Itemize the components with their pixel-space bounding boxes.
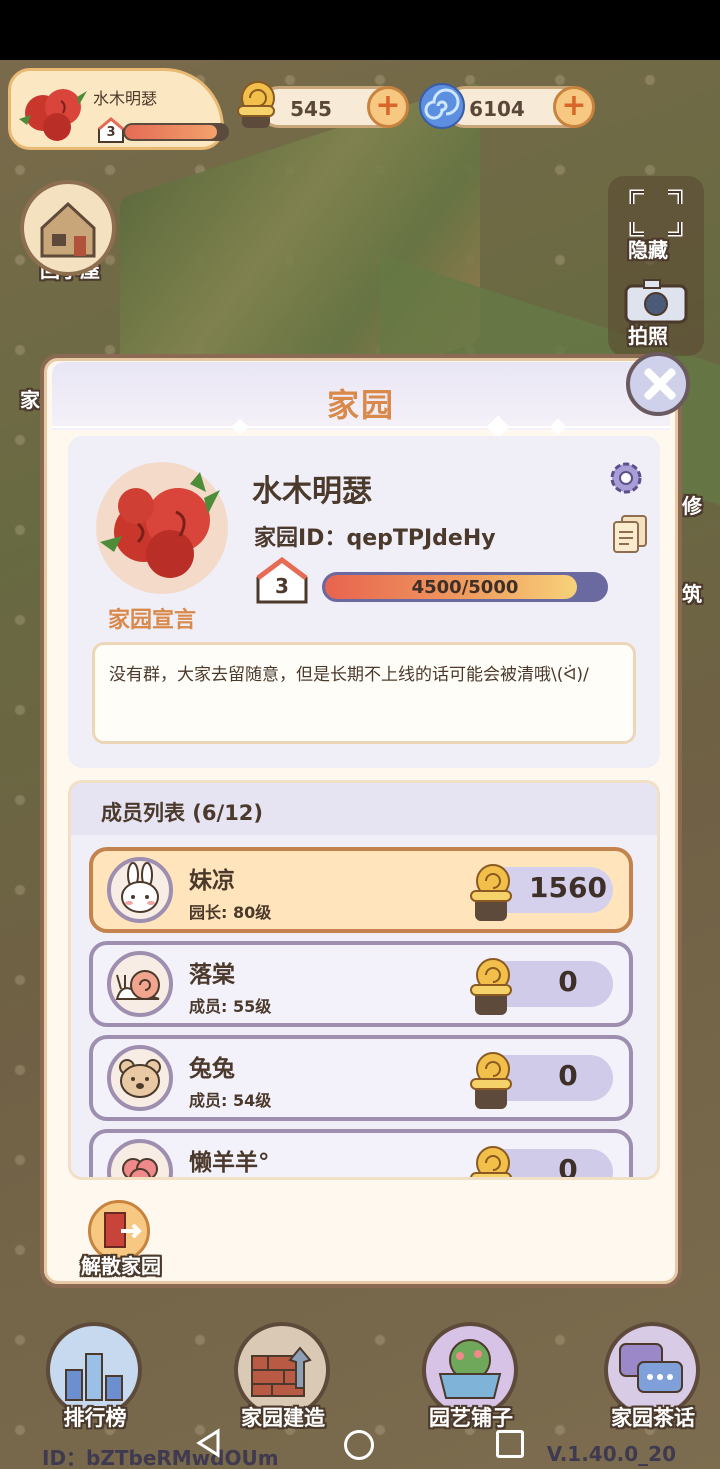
garden-info-card: 水木明瑟 家园ID：qepTPJdeHy 3 4500/5000 家园宣言 没有…: [68, 436, 660, 768]
nav-garden-shop[interactable]: 园艺铺子: [416, 1322, 526, 1432]
garden-id: 家园ID：qepTPJdeHy: [254, 526, 496, 551]
golden-snail-icon: [237, 81, 275, 128]
gift-button-label: 家: [20, 388, 40, 412]
player-level-badge: 3: [97, 117, 125, 143]
rose-avatar-icon: [100, 472, 220, 578]
spiral-gem-counter: 6104 +: [444, 86, 595, 128]
bear-avatar: [107, 1045, 173, 1111]
nav-leaderboard[interactable]: 排行榜: [40, 1322, 150, 1432]
disband-garden-label: 解散家园: [81, 1254, 161, 1278]
system-nav-bar: ID：bZTbeRMwdOUm V.1.40.0_20: [0, 1428, 720, 1469]
garden-exp-text: 4500/5000: [411, 577, 519, 598]
status-bar: [0, 0, 720, 60]
edge-button-repair[interactable]: 修: [682, 490, 702, 519]
rose-avatar-icon: [19, 89, 87, 141]
camera-icon: [624, 279, 688, 324]
manifesto-label: 家园宣言: [108, 608, 197, 633]
dialog-title: 家园: [326, 386, 395, 424]
house-icon: [20, 180, 116, 276]
player-profile-chip[interactable]: 水木明瑟 3: [8, 68, 229, 150]
recent-apps-icon[interactable]: [496, 1430, 524, 1458]
player-name: 水木明瑟: [93, 89, 158, 108]
flower-avatar: [107, 1139, 173, 1177]
snail-avatar: [107, 951, 173, 1017]
gear-icon[interactable]: [606, 458, 646, 498]
user-id-text: ID：bZTbeRMwdOUm: [42, 1446, 279, 1469]
member-row[interactable]: 懒羊羊° 0: [89, 1129, 633, 1177]
dialog-header: 家园: [52, 362, 670, 430]
nav-garden-chat[interactable]: 家园茶话: [598, 1322, 708, 1432]
player-exp-bar: [123, 123, 229, 141]
member-list[interactable]: 妹凉 园长: 80级 1560 落棠 成员: 55级 0 兔兔 成员: 54级 …: [71, 847, 657, 1177]
golden-snail-icon: [470, 958, 512, 1015]
version-text: V.1.40.0_20: [546, 1442, 676, 1466]
garden-name: 水木明瑟: [252, 474, 372, 509]
blue-spiral-icon: [419, 83, 465, 129]
garden-avatar: [96, 462, 228, 594]
garden-info-dialog: 家园 水木明瑟 家园ID：qepTPJdeHy 3 4500/5000 家园宣言…: [40, 352, 690, 1288]
member-role: 园长: 80级: [189, 903, 272, 922]
garden-level-number: 3: [275, 574, 289, 598]
member-list-header: 成员列表 (6/12): [71, 783, 657, 835]
member-list-title: 成员列表 (6/12): [101, 801, 264, 825]
home-circle-icon[interactable]: [344, 1430, 374, 1460]
photo-button[interactable]: 拍照: [628, 320, 668, 349]
manifesto-text: 没有群，大家去留随意，但是长期不上线的话可能会被清哦\(ᐛ)/: [92, 642, 636, 744]
golden-snail-icon: [470, 1146, 512, 1177]
member-name: 妹凉: [189, 868, 235, 894]
member-name: 懒羊羊°: [189, 1150, 270, 1176]
garden-exp-bar: 4500/5000: [322, 572, 608, 602]
back-triangle-icon[interactable]: [194, 1428, 224, 1458]
camera-tools-panel: 隐藏 拍照: [608, 176, 704, 356]
golden-snail-icon: [470, 864, 512, 921]
rabbit-avatar: [107, 857, 173, 923]
member-row[interactable]: 妹凉 园长: 80级 1560: [89, 847, 633, 933]
member-contribution: 0: [558, 965, 578, 998]
disband-garden-button[interactable]: 解散家园: [66, 1200, 176, 1284]
member-contribution: 0: [558, 1153, 578, 1177]
member-row[interactable]: 落棠 成员: 55级 0: [89, 941, 633, 1027]
member-contribution: 1560: [529, 871, 607, 904]
close-button[interactable]: [626, 352, 690, 416]
nav-garden-build[interactable]: 家园建造: [228, 1322, 338, 1432]
home-button[interactable]: 回小屋: [20, 180, 120, 283]
add-snail-coins-button[interactable]: +: [367, 86, 409, 128]
player-level-number: 3: [106, 125, 116, 140]
copy-icon[interactable]: [612, 514, 648, 554]
hide-ui-button[interactable]: 隐藏: [628, 234, 668, 263]
member-name: 兔兔: [189, 1056, 235, 1082]
member-row[interactable]: 兔兔 成员: 54级 0: [89, 1035, 633, 1121]
member-name: 落棠: [189, 962, 235, 988]
edge-button-build[interactable]: 筑: [682, 578, 702, 607]
member-role: 成员: 55级: [189, 997, 272, 1016]
garden-level-badge: 3: [254, 556, 310, 604]
member-contribution: 0: [558, 1059, 578, 1092]
member-list-card: 成员列表 (6/12) 妹凉 园长: 80级 1560 落棠 成员: 55级 0…: [68, 780, 660, 1180]
hide-ui-icon: [629, 189, 683, 237]
golden-snail-icon: [470, 1052, 512, 1109]
header-divider: [52, 426, 670, 428]
member-role: 成员: 54级: [189, 1091, 272, 1110]
add-spiral-gems-button[interactable]: +: [553, 86, 595, 128]
